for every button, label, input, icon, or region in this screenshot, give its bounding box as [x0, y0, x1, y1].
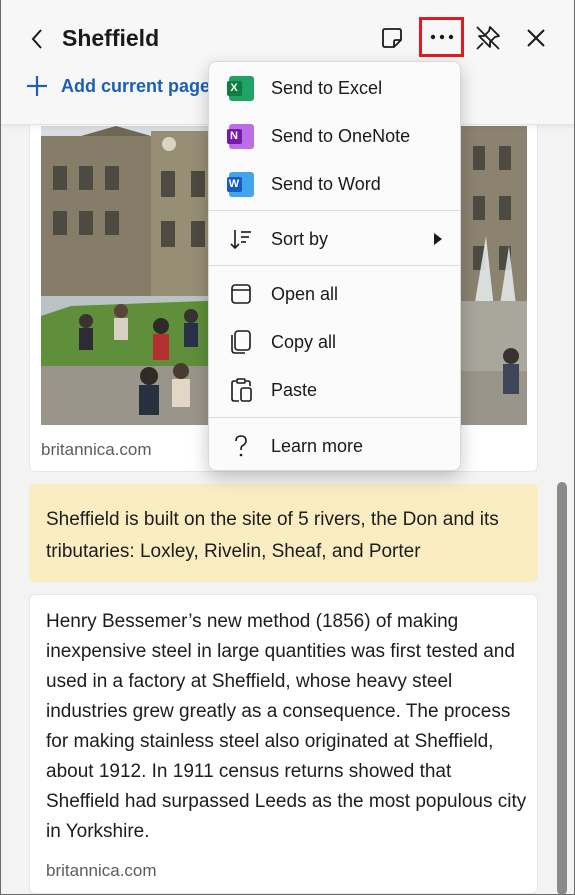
menu-item-send-to-excel[interactable]: X Send to Excel: [209, 65, 460, 111]
menu-item-send-to-onenote[interactable]: N Send to OneNote: [209, 113, 460, 159]
menu-item-learn-more[interactable]: Learn more: [209, 423, 460, 469]
menu-item-label: Paste: [271, 379, 318, 400]
menu-item-label: Sort by: [271, 228, 329, 249]
close-icon: [527, 29, 545, 47]
menu-item-send-to-word[interactable]: W Send to Word: [209, 161, 460, 207]
unpin-button[interactable]: [469, 19, 507, 57]
menu-separator: [209, 265, 460, 266]
menu-item-label: Send to Excel: [271, 77, 383, 98]
add-current-page-button[interactable]: Add current page: [25, 74, 210, 98]
page-title: Sheffield: [62, 25, 160, 51]
more-horizontal-icon: [430, 34, 453, 40]
text-card[interactable]: Henry Bessemer’s new method (1856) of ma…: [29, 594, 538, 894]
collections-pane: britannica.com Sheffield is built on the…: [0, 0, 575, 895]
menu-item-label: Copy all: [271, 331, 337, 352]
more-options-menu: X Send to Excel N Send to OneNote W Send…: [208, 61, 461, 471]
add-current-page-label: Add current page: [61, 75, 211, 96]
sort-icon: [228, 226, 254, 252]
paste-icon: [228, 377, 254, 403]
menu-item-paste[interactable]: Paste: [209, 367, 460, 413]
scrollbar-thumb[interactable]: [557, 482, 567, 894]
unpin-icon: [476, 26, 500, 50]
note-card[interactable]: Sheffield is built on the site of 5 rive…: [29, 484, 538, 582]
menu-item-sort-by[interactable]: Sort by: [209, 216, 460, 262]
menu-separator: [209, 417, 460, 418]
question-icon: [228, 433, 254, 459]
copy-icon: [228, 329, 254, 355]
open-all-icon: [228, 281, 254, 307]
add-note-button[interactable]: [373, 19, 411, 57]
text-card-body: Henry Bessemer’s new method (1856) of ma…: [46, 611, 527, 842]
sticky-note-icon: [382, 28, 402, 48]
menu-item-copy-all[interactable]: Copy all: [209, 319, 460, 365]
menu-item-label: Learn more: [271, 435, 364, 456]
text-source[interactable]: britannica.com: [46, 861, 157, 881]
menu-separator: [209, 210, 460, 211]
more-options-button[interactable]: [419, 17, 464, 57]
chevron-right-icon: [434, 233, 442, 245]
menu-item-open-all[interactable]: Open all: [209, 271, 460, 317]
chevron-left-icon: [31, 29, 42, 49]
excel-icon: X: [226, 75, 254, 101]
menu-item-label: Send to OneNote: [271, 125, 411, 146]
note-text: Sheffield is built on the site of 5 rive…: [46, 509, 499, 562]
image-source[interactable]: britannica.com: [41, 440, 152, 460]
back-button[interactable]: [23, 24, 51, 54]
menu-item-label: Open all: [271, 283, 339, 304]
onenote-icon: N: [226, 123, 254, 149]
word-icon: W: [226, 171, 254, 197]
menu-item-label: Send to Word: [271, 173, 381, 194]
plus-icon: [27, 76, 47, 96]
close-button[interactable]: [517, 19, 555, 57]
